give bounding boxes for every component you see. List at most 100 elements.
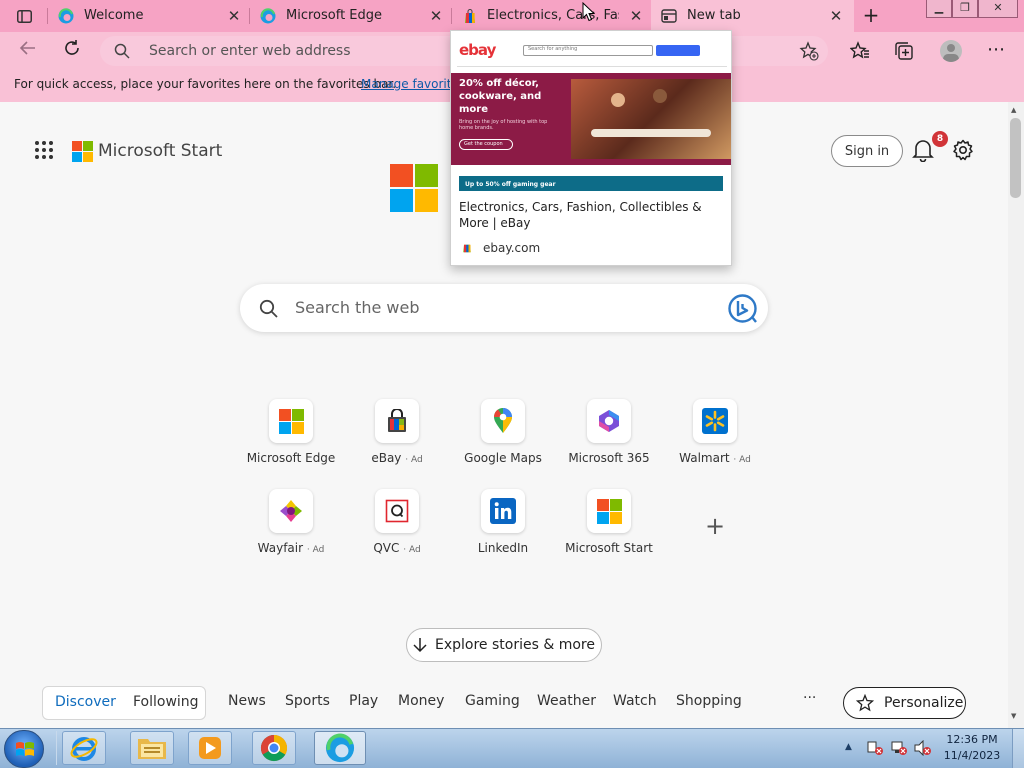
tab-welcome[interactable]: Welcome ✕	[48, 0, 248, 32]
maximize-button[interactable]: ❐	[952, 0, 978, 18]
taskbar-media-player[interactable]	[188, 731, 232, 765]
taskbar-edge[interactable]	[314, 731, 366, 765]
category-play[interactable]: Play	[349, 693, 378, 709]
tab-ebay[interactable]: Electronics, Cars, Fashion ✕	[452, 0, 650, 32]
bing-chat-icon[interactable]	[727, 293, 758, 324]
web-search-box[interactable]: Search the web	[240, 284, 768, 332]
quick-link-microsoft-365[interactable]	[587, 399, 631, 443]
quick-link-microsoft-edge[interactable]	[269, 399, 313, 443]
thumb-search-field: Search for anything	[523, 45, 653, 56]
walmart-logo-icon	[702, 408, 728, 434]
feed-toggle: Discover Following	[42, 686, 206, 720]
scroll-down-arrow[interactable]: ▼	[1011, 712, 1016, 720]
quick-link-label: Microsoft 365	[568, 451, 650, 465]
refresh-icon	[65, 40, 79, 55]
quick-link-label: Walmart · Ad	[679, 451, 751, 465]
taskbar-chrome[interactable]	[252, 731, 296, 765]
page-settings-button[interactable]	[952, 139, 974, 161]
show-desktop-button[interactable]	[1012, 729, 1024, 768]
profile-avatar[interactable]	[940, 40, 962, 62]
tab-following[interactable]: Following	[133, 694, 199, 710]
microsoft-center-logo-icon	[390, 164, 438, 212]
tab-actions-button[interactable]	[10, 6, 38, 26]
more-categories-button[interactable]: ···	[803, 690, 816, 706]
collections-icon[interactable]	[894, 41, 914, 61]
folder-icon	[138, 739, 166, 759]
refresh-button[interactable]	[58, 39, 86, 63]
category-watch[interactable]: Watch	[613, 693, 657, 709]
category-gaming[interactable]: Gaming	[465, 693, 520, 709]
volume-muted-icon[interactable]	[914, 740, 932, 756]
sign-in-label: Sign in	[844, 143, 890, 159]
edge-icon	[325, 733, 355, 763]
category-sports[interactable]: Sports	[285, 693, 330, 709]
close-window-button[interactable]: ✕	[978, 0, 1018, 18]
explore-stories-button[interactable]: Explore stories & more	[406, 628, 602, 662]
edge-icon	[58, 8, 74, 24]
tab-new-tab[interactable]: New tab ✕	[651, 0, 854, 32]
category-news[interactable]: News	[228, 693, 266, 709]
add-favorite-icon[interactable]	[799, 41, 819, 61]
restore-icon: ❐	[960, 1, 970, 14]
tab-actions-icon	[16, 9, 32, 23]
close-icon: ✕	[993, 1, 1003, 14]
notification-badge: 8	[932, 131, 948, 147]
gear-icon	[953, 139, 973, 161]
taskbar-file-explorer[interactable]	[130, 731, 174, 765]
quick-link-walmart[interactable]	[693, 399, 737, 443]
sign-in-button[interactable]: Sign in	[831, 135, 903, 167]
category-shopping[interactable]: Shopping	[676, 693, 742, 709]
app-launcher-button[interactable]	[34, 140, 54, 160]
notifications-button[interactable]: 8	[912, 131, 948, 164]
close-tab-icon[interactable]: ✕	[226, 7, 242, 25]
promo-coupon-button: Get the coupon	[459, 139, 513, 150]
thumb-nav-line	[457, 66, 727, 67]
tab-microsoft-edge[interactable]: Microsoft Edge ✕	[250, 0, 450, 32]
network-icon[interactable]	[890, 740, 908, 756]
quick-link-linkedin[interactable]	[481, 489, 525, 533]
category-money[interactable]: Money	[398, 693, 444, 709]
search-icon	[114, 43, 130, 59]
scrollbar-thumb[interactable]	[1010, 118, 1021, 198]
category-weather[interactable]: Weather	[537, 693, 596, 709]
microsoft-start-brand[interactable]: Microsoft Start	[72, 139, 222, 163]
promo-headline: 20% off décor, cookware, and more	[459, 78, 542, 115]
clock[interactable]: 12:36 PM 11/4/2023	[940, 732, 1004, 764]
microsoft-365-icon	[599, 410, 619, 432]
quick-link-ebay[interactable]	[375, 399, 419, 443]
settings-and-more-button[interactable]: ⋯	[984, 38, 1008, 62]
manage-favorites-link[interactable]: Manage favorite	[361, 77, 459, 91]
taskbar-internet-explorer[interactable]	[62, 731, 106, 765]
close-tab-icon[interactable]: ✕	[428, 7, 444, 25]
scroll-up-arrow[interactable]: ▲	[1011, 106, 1016, 114]
vertical-scrollbar[interactable]: ▲ ▼	[1008, 102, 1024, 728]
address-placeholder: Search or enter web address	[149, 43, 351, 59]
personalize-button[interactable]: Personalize	[843, 687, 966, 719]
avatar-body	[943, 54, 959, 62]
action-center-icon[interactable]	[866, 740, 884, 756]
tab-hover-preview: ebay Search for anything 20% off décor, …	[450, 30, 732, 266]
quick-link-google-maps[interactable]	[481, 399, 525, 443]
minimize-button[interactable]: ▁	[926, 0, 952, 18]
close-tab-icon[interactable]: ✕	[628, 7, 644, 25]
close-tab-icon[interactable]: ✕	[828, 7, 844, 25]
new-tab-button[interactable]: +	[858, 4, 884, 28]
tab-discover[interactable]: Discover	[55, 694, 116, 710]
chrome-icon	[260, 734, 288, 762]
back-button[interactable]	[14, 39, 42, 63]
internet-explorer-icon	[70, 737, 98, 761]
quick-link-label: eBay · Ad	[371, 451, 423, 465]
add-quick-link-button[interactable]: +	[703, 514, 727, 538]
start-button[interactable]	[4, 730, 44, 768]
microsoft-logo-icon	[278, 408, 304, 434]
sparkle-star-icon	[856, 694, 874, 712]
tab-title: Microsoft Edge	[286, 8, 383, 23]
show-hidden-icons-button[interactable]: ▲	[845, 742, 852, 752]
more-dots-icon: ⋯	[987, 39, 1005, 60]
favorites-icon[interactable]	[850, 41, 870, 61]
quick-link-qvc[interactable]	[375, 489, 419, 533]
quick-link-microsoft-start[interactable]	[587, 489, 631, 533]
quick-link-wayfair[interactable]	[269, 489, 313, 533]
plus-icon: +	[704, 512, 726, 540]
microsoft-logo-icon	[596, 498, 622, 524]
